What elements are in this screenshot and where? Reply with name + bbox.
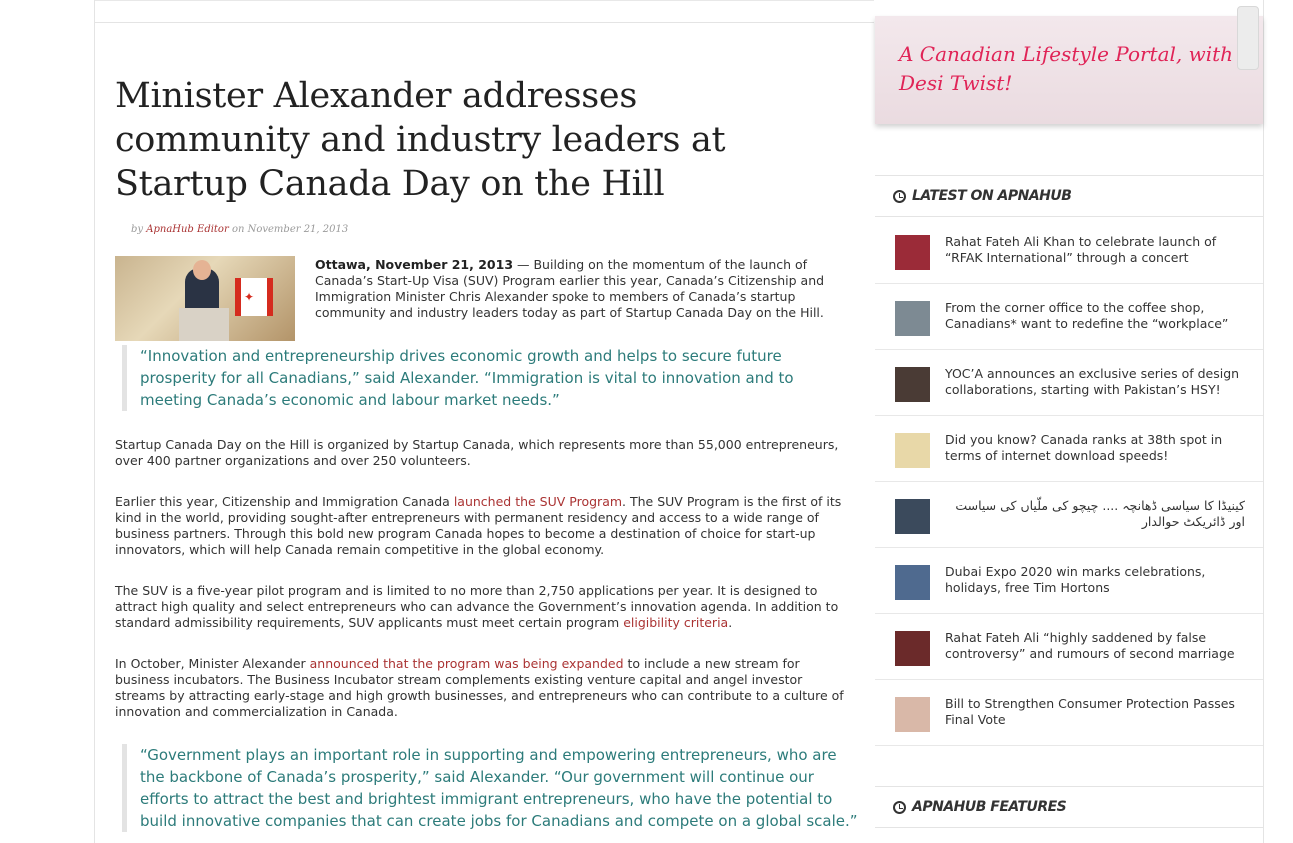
- item-thumbnail[interactable]: [895, 301, 930, 336]
- clock-icon: [893, 190, 906, 203]
- item-thumbnail[interactable]: [895, 433, 930, 468]
- paragraph-2-text-a: Earlier this year, Citizenship and Immig…: [115, 494, 454, 509]
- article-title: Minister Alexander addresses community a…: [115, 76, 726, 204]
- item-title-link[interactable]: Dubai Expo 2020 win marks celebrations, …: [945, 564, 1245, 596]
- byline-on: on: [231, 224, 245, 235]
- latest-list-item[interactable]: From the corner office to the coffee sho…: [875, 284, 1263, 350]
- item-title-link[interactable]: Rahat Fateh Ali Khan to celebrate launch…: [945, 234, 1245, 266]
- paragraph-4: In October, Minister Alexander announced…: [115, 656, 855, 720]
- paragraph-3: The SUV is a five-year pilot program and…: [115, 583, 855, 631]
- author-link[interactable]: ApnaHub Editor: [146, 224, 229, 235]
- item-title-link[interactable]: کینیڈا کا سیاسی ڈھانچہ .... چیچو کی ملّی…: [945, 498, 1245, 530]
- latest-list-item[interactable]: Did you know? Canada ranks at 38th spot …: [875, 416, 1263, 482]
- item-title-link[interactable]: Bill to Strengthen Consumer Protection P…: [945, 696, 1245, 728]
- latest-list-item[interactable]: کینیڈا کا سیاسی ڈھانچہ .... چیچو کی ملّی…: [875, 482, 1263, 548]
- item-thumbnail[interactable]: [895, 697, 930, 732]
- latest-list-item[interactable]: Dubai Expo 2020 win marks celebrations, …: [875, 548, 1263, 614]
- byline: by ApnaHub Editor on November 21, 2013: [131, 224, 348, 235]
- item-title-link[interactable]: Rahat Fateh Ali “highly saddened by fals…: [945, 630, 1245, 662]
- item-title-link[interactable]: YOC’A announces an exclusive series of d…: [945, 366, 1245, 398]
- suv-program-link[interactable]: launched the SUV Program: [454, 494, 622, 509]
- item-thumbnail[interactable]: [895, 235, 930, 270]
- latest-list-item[interactable]: Rahat Fateh Ali Khan to celebrate launch…: [875, 218, 1263, 284]
- lead-paragraph: Ottawa, November 21, 2013 — Building on …: [315, 257, 855, 321]
- latest-list-item[interactable]: Bill to Strengthen Consumer Protection P…: [875, 680, 1263, 746]
- item-thumbnail[interactable]: [895, 367, 930, 402]
- item-thumbnail[interactable]: [895, 631, 930, 666]
- features-section-heading: APNAHUB FEATURES: [875, 786, 1263, 828]
- scrollbar-thumb[interactable]: [1237, 6, 1259, 70]
- paragraph-3-text-b: .: [728, 615, 733, 630]
- article-date: November 21, 2013: [247, 224, 349, 235]
- latest-list-item[interactable]: Rahat Fateh Ali “highly saddened by fals…: [875, 614, 1263, 680]
- eligibility-criteria-link[interactable]: eligibility criteria: [623, 615, 728, 630]
- site-banner[interactable]: A Canadian Lifestyle Portal, with a Desi…: [875, 16, 1263, 124]
- item-thumbnail[interactable]: [895, 565, 930, 600]
- byline-prefix: by: [131, 224, 144, 235]
- latest-heading-label: LATEST ON APNAHUB: [912, 188, 1072, 204]
- program-expanded-link[interactable]: announced that the program was being exp…: [310, 656, 624, 671]
- banner-tagline: A Canadian Lifestyle Portal, with a Desi…: [899, 42, 1252, 95]
- paragraph-2: Earlier this year, Citizenship and Immig…: [115, 494, 855, 558]
- paragraph-4-text-a: In October, Minister Alexander: [115, 656, 310, 671]
- pull-quote-2: “Government plays an important role in s…: [122, 744, 860, 832]
- latest-section-heading: LATEST ON APNAHUB: [875, 175, 1263, 217]
- features-heading-label: APNAHUB FEATURES: [912, 799, 1067, 815]
- item-title-link[interactable]: From the corner office to the coffee sho…: [945, 300, 1245, 332]
- clock-icon: [893, 801, 906, 814]
- latest-list-item[interactable]: YOC’A announces an exclusive series of d…: [875, 350, 1263, 416]
- item-title-link[interactable]: Did you know? Canada ranks at 38th spot …: [945, 432, 1245, 464]
- item-thumbnail[interactable]: [895, 499, 930, 534]
- paragraph-1: Startup Canada Day on the Hill is organi…: [115, 437, 839, 468]
- top-bar: [95, 0, 874, 23]
- pull-quote-1: “Innovation and entrepreneurship drives …: [122, 345, 860, 411]
- article-photo: ✦: [115, 256, 295, 341]
- lead-dateline: Ottawa, November 21, 2013: [315, 257, 514, 272]
